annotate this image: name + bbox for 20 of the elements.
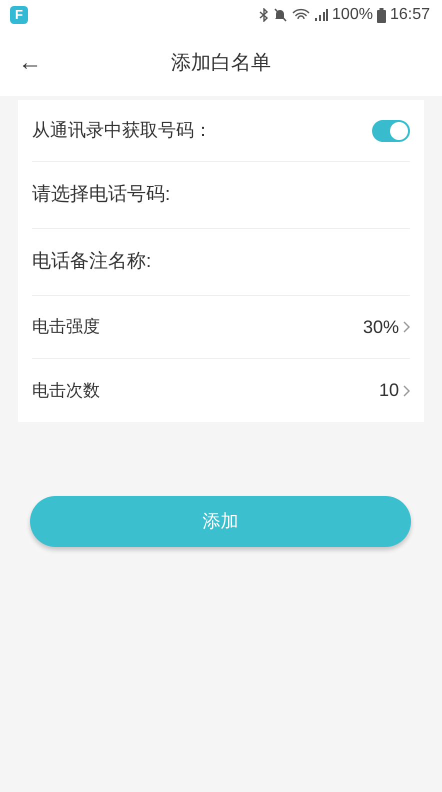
field-label: 请选择电话号码: (32, 182, 170, 207)
signal-icon (314, 8, 328, 22)
row-label: 从通讯录中获取号码： (32, 119, 212, 142)
back-button[interactable]: ← (14, 51, 46, 75)
setting-value[interactable]: 30% (362, 314, 399, 340)
bluetooth-icon (259, 8, 270, 22)
battery-percent: 100% (332, 5, 373, 25)
page-title: 添加白名单 (171, 51, 271, 76)
wifi-icon (292, 8, 310, 22)
chevron-icon (403, 384, 410, 396)
battery-icon (376, 8, 386, 22)
setting-value[interactable]: 10 (378, 377, 399, 404)
app-icon: F (10, 6, 28, 24)
field-label: 电话备注名称: (32, 250, 152, 274)
toggle-switch[interactable] (372, 120, 410, 142)
chevron-icon (403, 321, 410, 333)
setting-label: 电击强度 (32, 316, 100, 338)
mute-icon (273, 8, 288, 22)
clock-time: 16:57 (390, 5, 430, 25)
setting-label: 电击次数 (32, 380, 100, 402)
